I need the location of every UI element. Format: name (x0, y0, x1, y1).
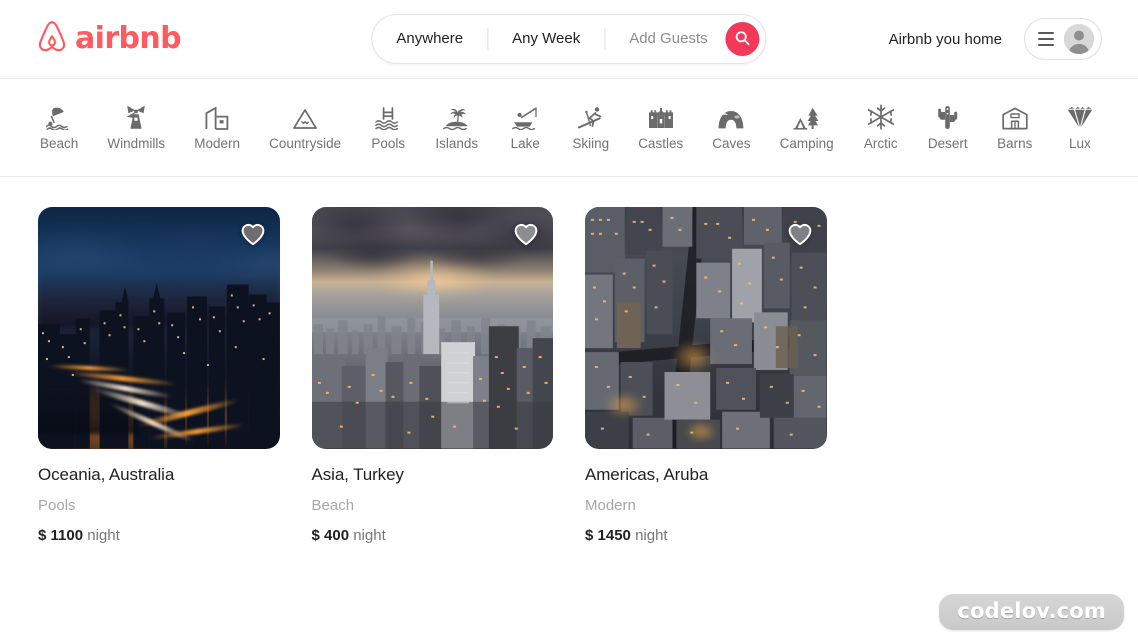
listing-title: Asia, Turkey (311, 464, 404, 484)
category-item-windmills[interactable]: Windmills (105, 102, 167, 153)
category-item-lux[interactable]: Lux (1060, 102, 1100, 153)
windmill-icon (123, 104, 149, 130)
listings-grid: Oceania, Australia Pools $ 1100 night As… (0, 177, 1138, 544)
category-label: Islands (435, 136, 479, 152)
category-item-pools[interactable]: Pools (368, 102, 408, 153)
mountain-icon (292, 104, 318, 130)
diamond-icon (1066, 104, 1094, 131)
site-header: airbnb Anywhere Any Week Add Guests Airb… (0, 0, 1138, 79)
hamburger-menu-icon (1038, 32, 1054, 46)
listing-price-amount: 1450 (597, 526, 631, 544)
category-item-modern[interactable]: Modern (192, 102, 242, 153)
category-item-islands[interactable]: Islands (433, 102, 480, 153)
search-bar[interactable]: Anywhere Any Week Add Guests (371, 14, 767, 64)
category-item-camping[interactable]: Camping (778, 102, 836, 153)
listing-price-unit: night (635, 526, 668, 544)
airbnb-belo-logo-icon (36, 20, 68, 59)
category-bar: Beach Windmills Modern Countryside Pools… (0, 79, 1138, 177)
listing-price: $ 1450 night (585, 527, 827, 544)
listing-category: Modern (585, 496, 636, 514)
snowflake-icon (867, 104, 894, 130)
pool-ladder-icon (375, 104, 401, 131)
search-submit-button[interactable] (725, 22, 760, 56)
category-item-castles[interactable]: Castles (636, 102, 685, 153)
airbnb-your-home-link[interactable]: Airbnb you home (889, 31, 1002, 48)
listing-image-wrapper[interactable] (311, 207, 553, 449)
listing-price-unit: night (353, 526, 386, 544)
category-item-desert[interactable]: Desert (926, 102, 970, 153)
tent-tree-icon (793, 104, 821, 130)
airbnb-wordmark: airbnb (75, 21, 182, 56)
fishing-boat-icon (512, 104, 538, 131)
category-item-barns[interactable]: Barns (995, 102, 1035, 153)
listing-price-currency: $ (311, 526, 320, 544)
category-item-countryside[interactable]: Countryside (267, 102, 343, 153)
site-watermark: codelov.com (939, 594, 1124, 630)
airbnb-logo[interactable]: airbnb (36, 20, 182, 59)
category-label: Pools (371, 136, 406, 152)
category-label: Lux (1068, 136, 1091, 152)
user-menu-button[interactable] (1024, 18, 1102, 60)
category-label: Skiing (572, 136, 610, 152)
listing-price: $ 400 night (312, 527, 554, 544)
castle-icon (647, 104, 675, 130)
listing-price: $ 1100 night (38, 527, 280, 544)
category-label: Castles (638, 136, 684, 152)
favorite-heart-icon[interactable] (513, 221, 539, 247)
search-dates-field[interactable]: Any Week (488, 15, 604, 63)
header-right-group: Airbnb you home (889, 18, 1102, 60)
category-label: Modern (194, 136, 241, 152)
listing-category: Pools (38, 496, 76, 514)
listing-title: Oceania, Australia (38, 464, 175, 484)
listing-price-unit: night (87, 526, 120, 544)
modern-building-icon (204, 104, 230, 131)
category-item-skiing[interactable]: Skiing (570, 102, 611, 153)
listing-card[interactable]: Oceania, Australia Pools $ 1100 night (38, 207, 280, 544)
skier-icon (577, 104, 605, 130)
category-item-lake[interactable]: Lake (505, 102, 545, 153)
category-label: Camping (779, 136, 834, 152)
listing-image-wrapper[interactable] (38, 207, 280, 449)
category-label: Arctic (863, 136, 898, 152)
listing-image-wrapper[interactable] (585, 207, 827, 449)
listing-card[interactable]: Asia, Turkey Beach $ 400 night (311, 207, 554, 544)
favorite-heart-icon[interactable] (240, 221, 266, 247)
listing-price-currency: $ (585, 526, 594, 544)
category-label: Desert (927, 136, 968, 152)
cave-icon (717, 104, 745, 130)
user-avatar-icon (1064, 24, 1094, 54)
category-label: Lake (510, 136, 540, 152)
category-label: Countryside (269, 136, 342, 152)
palm-island-icon (442, 104, 471, 131)
listing-card[interactable]: Americas, Aruba Modern $ 1450 night (585, 207, 827, 544)
beach-umbrella-icon (46, 104, 72, 131)
category-label: Caves (712, 136, 751, 152)
listing-title: Americas, Aruba (585, 464, 709, 484)
listing-empty-slot (859, 207, 1101, 544)
category-item-beach[interactable]: Beach (38, 102, 80, 153)
listing-category: Beach (311, 496, 355, 514)
listing-price-currency: $ (38, 526, 47, 544)
favorite-heart-icon[interactable] (787, 221, 813, 247)
search-location-field[interactable]: Anywhere (372, 15, 487, 63)
category-label: Windmills (107, 136, 166, 152)
search-guests-field[interactable]: Add Guests (605, 15, 723, 63)
cactus-icon (935, 104, 961, 130)
category-item-caves[interactable]: Caves (710, 102, 752, 153)
category-label: Beach (40, 136, 79, 152)
category-label: Barns (997, 136, 1033, 152)
barn-icon (1001, 104, 1029, 130)
listing-price-amount: 1100 (50, 526, 84, 544)
search-icon (735, 30, 751, 49)
listing-price-amount: 400 (324, 526, 350, 544)
category-item-arctic[interactable]: Arctic (861, 102, 901, 153)
